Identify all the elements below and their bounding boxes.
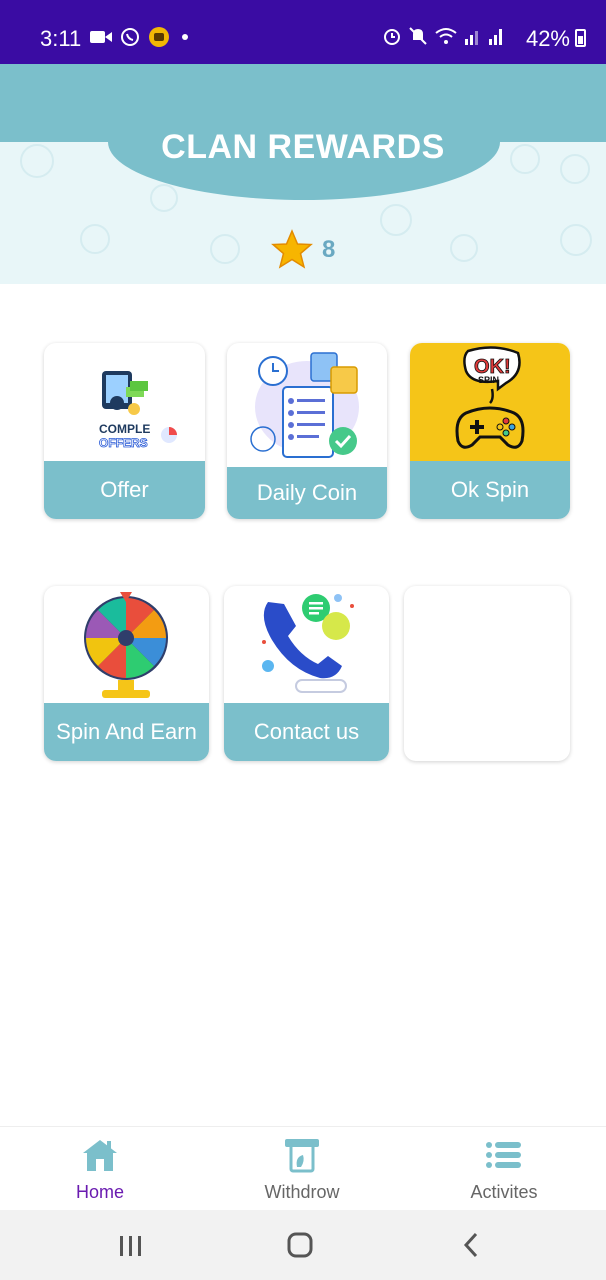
alarm-icon [384,29,400,45]
coin-count: 8 [322,236,336,263]
nav-withdraw-label: Withdrow [264,1182,340,1202]
spin-and-earn-label: Spin And Earn [44,703,209,761]
home-icon [83,1140,117,1171]
whatsapp-icon [121,28,139,46]
daily-coin-card[interactable]: Daily Coin [227,343,387,519]
star-icon [271,229,313,269]
battery-icon [575,29,586,47]
nav-activities-label: Activites [470,1182,538,1202]
bottom-nav: Home Withdrow Activites [0,1126,606,1210]
battery-percent: 42% [525,26,570,51]
status-time: 3:11 [40,26,82,51]
notification-icons [90,26,192,48]
app-notification-icon [149,27,169,47]
nav-home[interactable]: Home [20,1137,180,1203]
signal-icon [465,31,478,45]
withdraw-icon [285,1139,319,1173]
nav-activities[interactable]: Activites [424,1137,584,1203]
svg-text:COMPLE: COMPLE [99,422,150,436]
nav-withdraw[interactable]: Withdrow [222,1137,382,1203]
coin-balance: 8 [270,229,335,271]
contact-us-label: Contact us [224,703,389,761]
mute-icon [409,27,427,45]
system-status-icons [382,26,506,46]
svg-text:SPIN: SPIN [478,375,499,385]
offer-card[interactable]: COMPLE OFFERS Offer [44,343,205,519]
ok-spin-image: OK! SPIN [410,343,570,461]
recent-apps-icon[interactable] [118,1230,144,1260]
signal-icon-2 [489,29,502,45]
spin-and-earn-card[interactable]: Spin And Earn [44,586,209,761]
system-nav-bar [0,1210,606,1280]
daily-coin-image [227,343,387,467]
list-icon [486,1142,521,1168]
back-icon[interactable] [458,1230,484,1260]
offer-label: Offer [44,461,205,519]
wifi-icon [435,28,457,44]
home-button-icon[interactable] [286,1230,316,1260]
empty-card [404,586,570,761]
header-banner: CLAN REWARDS 8 [0,64,606,284]
nav-home-label: Home [75,1182,124,1202]
svg-text:OFFERS: OFFERS [99,436,148,450]
status-bar: 3:11 42% [0,0,606,64]
contact-us-card[interactable]: Contact us [224,586,389,761]
dot-icon [182,34,188,40]
offer-image: COMPLE OFFERS [44,343,205,461]
spin-wheel-image [44,586,209,703]
daily-coin-label: Daily Coin [227,467,387,519]
ok-spin-card[interactable]: OK! SPIN Ok Spin [410,343,570,519]
page-title: CLAN REWARDS [161,128,445,166]
ok-spin-label: Ok Spin [410,461,570,519]
video-icon [90,31,112,43]
contact-image [224,586,389,703]
